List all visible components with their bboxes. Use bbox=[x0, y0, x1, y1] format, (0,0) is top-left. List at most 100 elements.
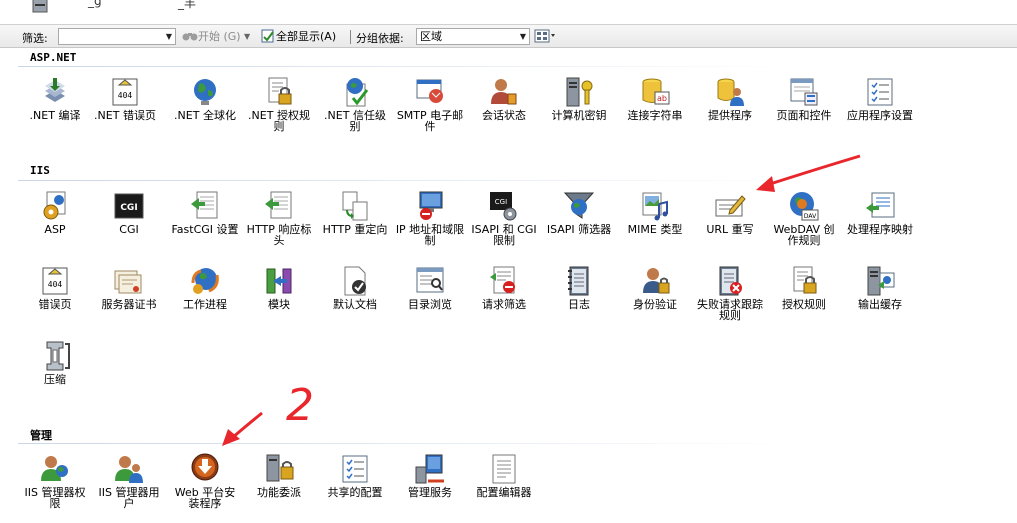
feature-label: 输出缓存 bbox=[858, 298, 902, 311]
chevron-down-icon[interactable]: ▼ bbox=[517, 29, 529, 44]
feature-output-caching[interactable]: 输出缓存 bbox=[845, 265, 915, 335]
web-platform-installer-icon bbox=[191, 453, 219, 481]
feature-machine-key[interactable]: 计算机密钥 bbox=[544, 76, 614, 146]
feature-delegation[interactable]: 功能委派 bbox=[244, 453, 314, 523]
section-divider bbox=[18, 443, 798, 444]
response-headers-icon bbox=[265, 191, 292, 219]
feature-asp[interactable]: ASP bbox=[20, 190, 90, 260]
feature-logging[interactable]: 日志 bbox=[544, 265, 614, 335]
feature-modules[interactable]: 模块 bbox=[244, 265, 314, 335]
feature-configuration-editor[interactable]: 配置编辑器 bbox=[469, 453, 539, 523]
feature-shared-configuration[interactable]: 共享的配置 bbox=[320, 453, 390, 523]
group-by-label: 分组依据: bbox=[356, 32, 404, 45]
feature-session-state[interactable]: 会话状态 bbox=[469, 76, 539, 146]
feature-authentication[interactable]: 身份验证 bbox=[620, 265, 690, 335]
feature-mime-types[interactable]: MIME 类型 bbox=[620, 190, 690, 260]
feature-label: SMTP 电子邮件 bbox=[396, 109, 464, 133]
feature-label: WebDAV 创作规则 bbox=[773, 223, 835, 247]
feature-label: 应用程序设置 bbox=[847, 109, 913, 122]
feature-label: 服务器证书 bbox=[101, 298, 157, 311]
error-page-404-icon: 404 bbox=[112, 78, 138, 106]
feature-net-compile[interactable]: .NET 编译 bbox=[20, 76, 90, 146]
manager-users-icon bbox=[115, 456, 143, 483]
feature-connection-strings[interactable]: ab 连接字符串 bbox=[620, 76, 690, 146]
user-session-icon bbox=[491, 79, 517, 105]
feature-webdav-authoring-rules[interactable]: DAV WebDAV 创作规则 bbox=[769, 190, 839, 260]
feature-isapi-filters[interactable]: ISAPI 筛选器 bbox=[544, 190, 614, 260]
feature-default-document[interactable]: 默认文档 bbox=[320, 265, 390, 335]
redirect-icon bbox=[342, 191, 368, 221]
feature-label: HTTP 重定向 bbox=[322, 223, 388, 236]
feature-net-error-pages[interactable]: 404 .NET 错误页 bbox=[90, 76, 160, 146]
feature-management-service[interactable]: 管理服务 bbox=[395, 453, 465, 523]
svg-text:CGI: CGI bbox=[495, 198, 507, 206]
start-dropdown-icon[interactable]: ▼ bbox=[244, 29, 250, 45]
pages-controls-icon bbox=[790, 78, 818, 106]
feature-iis-manager-users[interactable]: IIS 管理器用户 bbox=[94, 453, 164, 523]
feature-label: 日志 bbox=[568, 298, 590, 311]
certificate-icon bbox=[114, 270, 142, 294]
feature-label: CGI bbox=[119, 223, 139, 236]
feature-smtp-email[interactable]: SMTP 电子邮件 bbox=[395, 76, 465, 146]
trust-check-icon bbox=[346, 78, 369, 107]
filter-input[interactable]: ▼ bbox=[58, 28, 176, 45]
view-grid-icon bbox=[534, 29, 555, 43]
globe-icon bbox=[194, 79, 216, 105]
feature-isapi-cgi-restrictions[interactable]: CGI ISAPI 和 CGI 限制 bbox=[469, 190, 539, 260]
feature-label: 连接字符串 bbox=[627, 109, 683, 122]
feature-ip-domain-restrictions[interactable]: IP 地址和域限制 bbox=[395, 190, 465, 260]
feature-failed-request-tracing[interactable]: 失败请求跟踪规则 bbox=[695, 265, 765, 335]
ip-restriction-icon bbox=[419, 191, 443, 220]
start-button[interactable]: 开始 (G) bbox=[182, 29, 241, 45]
feature-label: FastCGI 设置 bbox=[171, 223, 239, 236]
feature-label: ISAPI 和 CGI 限制 bbox=[471, 223, 537, 247]
feature-pages-and-controls[interactable]: 页面和控件 bbox=[769, 76, 839, 146]
directory-browsing-icon bbox=[416, 267, 444, 293]
group-by-select[interactable]: 区域 ▼ bbox=[416, 28, 530, 45]
shared-config-icon bbox=[342, 455, 368, 483]
feature-web-platform-installer[interactable]: Web 平台安装程序 bbox=[170, 453, 240, 523]
feature-providers[interactable]: 提供程序 bbox=[695, 76, 765, 146]
request-filter-icon bbox=[490, 266, 515, 294]
feature-request-filtering[interactable]: 请求筛选 bbox=[469, 265, 539, 335]
management-service-icon bbox=[415, 454, 444, 484]
feature-error-pages[interactable]: 404 错误页 bbox=[20, 265, 90, 335]
feature-label: .NET 编译 bbox=[29, 109, 81, 122]
chevron-down-icon[interactable]: ▼ bbox=[163, 29, 175, 44]
feature-label: MIME 类型 bbox=[627, 223, 683, 236]
feature-directory-browsing[interactable]: 目录浏览 bbox=[395, 265, 465, 335]
feature-application-settings[interactable]: 应用程序设置 bbox=[845, 76, 915, 146]
feature-iis-manager-permissions[interactable]: IIS 管理器权限 bbox=[20, 453, 90, 523]
title-fragment-2: _丰 bbox=[178, 0, 197, 10]
feature-net-globalization[interactable]: .NET 全球化 bbox=[170, 76, 240, 146]
view-toggle-button[interactable] bbox=[534, 29, 556, 45]
feature-label: 处理程序映射 bbox=[847, 223, 913, 236]
feature-url-rewrite[interactable]: URL 重写 bbox=[695, 190, 765, 260]
manager-permissions-icon bbox=[41, 456, 68, 481]
feature-cgi[interactable]: CGI CGI bbox=[94, 190, 164, 260]
default-document-icon bbox=[344, 266, 366, 296]
feature-net-authorization-rules[interactable]: .NET 授权规则 bbox=[244, 76, 314, 146]
feature-handler-mappings[interactable]: 处理程序映射 bbox=[845, 190, 915, 260]
feature-authorization-rules[interactable]: 授权规则 bbox=[769, 265, 839, 335]
feature-fastcgi-settings[interactable]: FastCGI 设置 bbox=[170, 190, 240, 260]
feature-label: 会话状态 bbox=[482, 109, 526, 122]
feature-http-response-headers[interactable]: HTTP 响应标头 bbox=[244, 190, 314, 260]
feature-label: 模块 bbox=[268, 298, 290, 311]
section-divider bbox=[18, 66, 798, 67]
feature-compression[interactable]: 压缩 bbox=[20, 340, 90, 410]
feature-http-redirect[interactable]: HTTP 重定向 bbox=[320, 190, 390, 260]
feature-label: .NET 全球化 bbox=[174, 109, 236, 122]
feature-label: 压缩 bbox=[44, 373, 66, 386]
worker-process-icon bbox=[191, 268, 219, 294]
feature-server-certificates[interactable]: 服务器证书 bbox=[94, 265, 164, 335]
feature-net-trust-levels[interactable]: .NET 信任级别 bbox=[320, 76, 390, 146]
machine-key-icon bbox=[566, 77, 593, 107]
log-notebook-icon bbox=[568, 266, 589, 296]
feature-label: 授权规则 bbox=[782, 298, 826, 311]
toolbar-separator bbox=[350, 30, 351, 44]
show-all-button[interactable]: 全部显示(A) bbox=[260, 29, 336, 45]
feature-worker-processes[interactable]: 工作进程 bbox=[170, 265, 240, 335]
feature-label: URL 重写 bbox=[706, 223, 754, 236]
url-rewrite-icon bbox=[715, 195, 746, 217]
